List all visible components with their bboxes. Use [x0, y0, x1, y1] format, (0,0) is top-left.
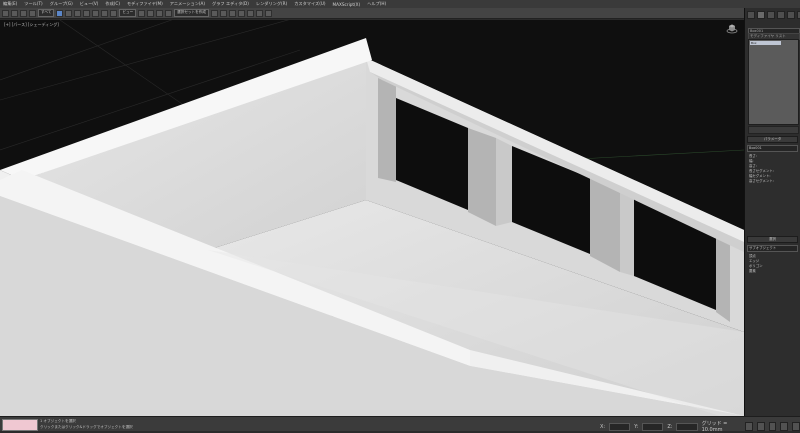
material-editor-icon[interactable]: [246, 9, 254, 17]
menu-item-8[interactable]: レンダリング(R): [256, 1, 287, 7]
status-bar: 1 オブジェクトを選択 クリックまたはクリック&ドラッグでオブジェクトを選択 X…: [0, 416, 800, 433]
redo-icon[interactable]: [11, 9, 18, 17]
mirror-icon[interactable]: [210, 9, 218, 17]
status-coordinates: X: Y: Z: グリッド = 10.0mm: [600, 420, 800, 433]
reference-coord-dropdown[interactable]: ビュー: [119, 9, 137, 17]
move-icon[interactable]: [92, 9, 100, 17]
x-label: X:: [600, 423, 606, 430]
z-coord-field[interactable]: [676, 422, 698, 431]
selection-rollout-header[interactable]: 選択: [747, 236, 798, 243]
pivot-icon[interactable]: [138, 9, 146, 17]
x-coord-field[interactable]: [609, 422, 631, 431]
angle-snap-icon[interactable]: [156, 9, 164, 17]
menu-bar: 編集(E) ツール(T) グループ(G) ビュー(V) 作成(C) モディファイヤ(M) ア…: [0, 0, 800, 8]
motion-tab-icon[interactable]: [777, 11, 785, 19]
render-setup-icon[interactable]: [255, 9, 263, 17]
layer-icon[interactable]: [228, 9, 236, 17]
y-label: Y:: [634, 423, 639, 430]
percent-snap-icon[interactable]: [165, 9, 173, 17]
menu-item-6[interactable]: アニメーション(A): [170, 1, 205, 7]
render-icon[interactable]: [264, 9, 272, 17]
sel-element[interactable]: 要素: [747, 269, 798, 274]
window-crossing-icon[interactable]: [83, 9, 91, 17]
status-line-1: 1 オブジェクトを選択: [40, 419, 76, 423]
parameters-rollout-header[interactable]: パラメータ: [747, 136, 798, 143]
selection-filter-dropdown[interactable]: すべて: [38, 9, 55, 17]
viewcube-icon[interactable]: [726, 23, 738, 35]
align-icon[interactable]: [219, 9, 227, 17]
z-label: Z:: [667, 423, 673, 430]
status-prompt: クリックまたはクリック&ドラッグでオブジェクトを選択: [40, 425, 133, 429]
y-coord-field[interactable]: [642, 422, 664, 431]
display-tab-icon[interactable]: [787, 11, 795, 19]
maxscript-listener-mini[interactable]: [2, 419, 38, 431]
select-by-name-icon[interactable]: [65, 9, 73, 17]
selection-rollout: 選択 サブオブジェクト 頂点 エッジ ポリゴン 要素: [747, 236, 798, 274]
hierarchy-tab-icon[interactable]: [767, 11, 775, 19]
main-toolbar: すべて ビュー 選択セットを作成: [0, 8, 800, 19]
perspective-viewport[interactable]: [+] [パース] [シェーディング]: [0, 20, 744, 416]
menu-item-5[interactable]: モディファイヤ(M): [127, 1, 163, 7]
modifier-stack-item[interactable]: Box: [750, 41, 781, 45]
modifier-stack[interactable]: Box: [748, 39, 799, 125]
menu-item-11[interactable]: ヘルプ(H): [367, 1, 386, 7]
stack-toolbar[interactable]: [748, 126, 799, 134]
scene-render: [0, 20, 744, 416]
named-selection-set-input[interactable]: 選択セットを作成: [174, 9, 209, 17]
menu-item-10[interactable]: MAXScript(X): [333, 2, 361, 7]
menu-item-2[interactable]: グループ(G): [50, 1, 73, 7]
snap-icon[interactable]: [147, 9, 155, 17]
param-height-segs: 高さセグメント:: [749, 179, 774, 183]
grid-size: グリッド = 10.0mm: [701, 421, 728, 433]
create-tab-icon[interactable]: [747, 11, 755, 19]
parameters-rollout: パラメータ Box001 長さ: 幅: 高さ: 長さセグメント: 幅セグメント:…: [747, 136, 798, 184]
rect-select-icon[interactable]: [74, 9, 82, 17]
command-panel: Box001 モディファイヤ リスト Box パラメータ Box001 長さ: …: [744, 8, 800, 416]
link-icon[interactable]: [20, 9, 27, 17]
modify-tab-icon[interactable]: [757, 11, 765, 19]
scale-icon[interactable]: [110, 9, 118, 17]
selection-field[interactable]: サブオブジェクト: [747, 245, 798, 252]
command-panel-tabs: [747, 11, 800, 19]
undo-icon[interactable]: [2, 9, 9, 17]
menu-item-0[interactable]: 編集(E): [3, 1, 17, 7]
menu-item-1[interactable]: ツール(T): [24, 1, 42, 7]
curve-editor-icon[interactable]: [237, 9, 245, 17]
menu-item-3[interactable]: ビュー(V): [80, 1, 99, 7]
select-object-icon[interactable]: [56, 9, 64, 17]
parameters-field[interactable]: Box001: [747, 145, 798, 152]
viewport-label[interactable]: [+] [パース] [シェーディング]: [4, 22, 59, 28]
rotate-icon[interactable]: [101, 9, 109, 17]
unlink-icon[interactable]: [29, 9, 36, 17]
menu-item-4[interactable]: 作成(C): [105, 1, 120, 7]
menu-item-9[interactable]: カスタマイズ(U): [294, 1, 325, 7]
menu-item-7[interactable]: グラフ エディタ(D): [212, 1, 249, 7]
